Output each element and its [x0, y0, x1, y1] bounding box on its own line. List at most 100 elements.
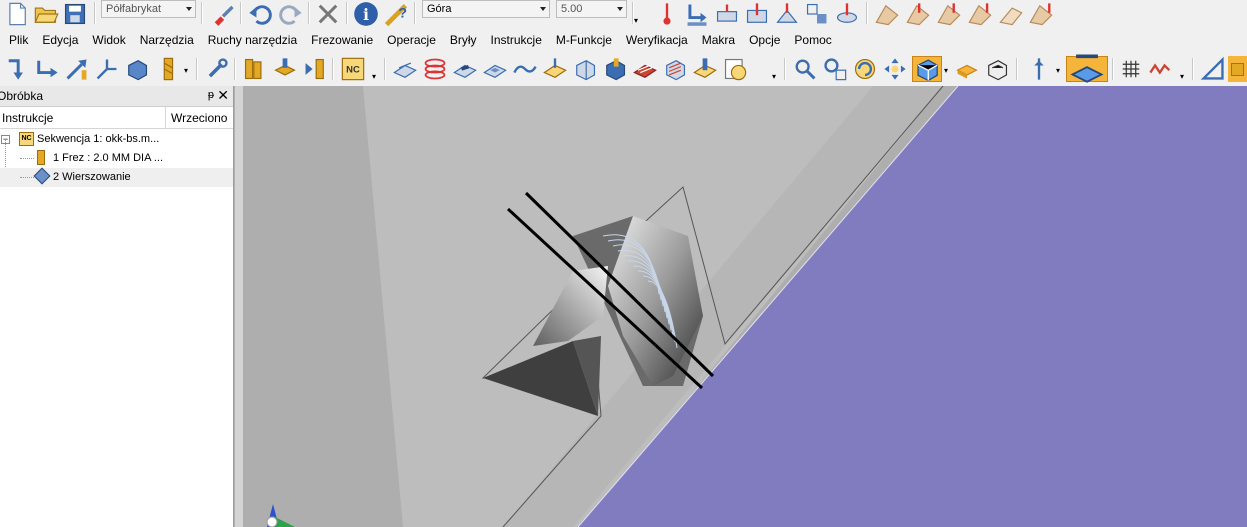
- drill-icon[interactable]: [834, 1, 860, 27]
- help-icon[interactable]: ?: [383, 1, 409, 27]
- delete-icon[interactable]: [315, 1, 341, 27]
- tree-label: Sekwencja 1: okk-bs.m...: [37, 133, 160, 145]
- pan-view-icon[interactable]: [882, 56, 908, 82]
- op-slot-icon[interactable]: [452, 56, 478, 82]
- value-select[interactable]: 5.00: [556, 0, 627, 18]
- tool-view-dropdown-icon[interactable]: ▾: [1056, 66, 1060, 75]
- menu-ruchy-narzedzia[interactable]: Ruchy narzędzia: [208, 33, 302, 47]
- link-move-icon[interactable]: [714, 1, 740, 27]
- save-icon[interactable]: [62, 1, 88, 27]
- new-file-icon[interactable]: [4, 1, 30, 27]
- tree-label: 2 Wierszowanie: [53, 171, 131, 183]
- panel-title: Obróbka: [0, 89, 44, 103]
- op-face-icon[interactable]: [392, 56, 418, 82]
- move-down-icon[interactable]: [684, 1, 710, 27]
- tool-icon[interactable]: [156, 56, 182, 82]
- op-helix-icon[interactable]: [422, 56, 448, 82]
- view-select-value: Góra: [427, 3, 452, 15]
- plunge-icon[interactable]: [774, 1, 800, 27]
- view-select[interactable]: Góra: [422, 0, 550, 18]
- op-engrave-icon[interactable]: [632, 56, 658, 82]
- op-5axis-icon[interactable]: [602, 56, 628, 82]
- op-wire-icon[interactable]: [662, 56, 688, 82]
- grid-icon[interactable]: [1118, 56, 1144, 82]
- info-icon[interactable]: i: [353, 1, 379, 27]
- fixture-view-icon[interactable]: [984, 56, 1010, 82]
- panel-title-bar: Obróbka ᵽ ✕: [0, 86, 233, 107]
- transform-icon[interactable]: [804, 1, 830, 27]
- column-instrukcje[interactable]: Instrukcje: [0, 107, 166, 128]
- open-folder-icon[interactable]: [33, 1, 59, 27]
- toolpath-right-icon[interactable]: [34, 56, 60, 82]
- tool-icon: [37, 150, 45, 165]
- tree-connector-h: [20, 177, 34, 178]
- brush-icon[interactable]: [210, 1, 236, 27]
- tool-view-icon[interactable]: [1026, 56, 1052, 82]
- menu-bryly[interactable]: Bryły: [450, 33, 482, 47]
- simulation-icon[interactable]: [1228, 56, 1247, 82]
- stock-view-icon[interactable]: [954, 56, 980, 82]
- menu-instrukcje[interactable]: Instrukcje: [491, 33, 547, 47]
- close-icon[interactable]: ✕: [217, 87, 229, 104]
- panel-splitter[interactable]: [234, 86, 243, 527]
- machining-panel: Obróbka ᵽ ✕ Instrukcje Wrzeciono − NC Se…: [0, 86, 234, 527]
- menu-weryfikacja[interactable]: Weryfikacja: [626, 33, 693, 47]
- toolpath-xyz-icon[interactable]: [94, 56, 120, 82]
- toolbar-overflow2-icon[interactable]: ▾: [372, 72, 376, 81]
- surface-op1-icon[interactable]: [874, 1, 900, 27]
- stock-select[interactable]: Półfabrykat: [101, 0, 196, 18]
- toolpath-down-icon[interactable]: [4, 56, 30, 82]
- measure-icon[interactable]: [1200, 56, 1226, 82]
- menu-frezowanie[interactable]: Frezowanie: [311, 33, 378, 47]
- menu-plik[interactable]: Plik: [9, 33, 33, 47]
- menu-makra[interactable]: Makra: [702, 33, 740, 47]
- block-icon[interactable]: [124, 56, 150, 82]
- surface-op6-icon[interactable]: [1028, 1, 1054, 27]
- tree-row-operation[interactable]: 2 Wierszowanie: [0, 167, 233, 187]
- toolpath-diag-icon[interactable]: [64, 56, 90, 82]
- probe-icon[interactable]: [654, 1, 680, 27]
- undo-icon[interactable]: [247, 1, 273, 27]
- surface-op3-icon[interactable]: [936, 1, 962, 27]
- op-curve-icon[interactable]: [512, 56, 538, 82]
- graph-icon[interactable]: [1148, 56, 1174, 82]
- tree-label: 1 Frez : 2.0 MM DIA ...: [53, 152, 164, 164]
- zoom-fit-icon[interactable]: [792, 56, 818, 82]
- redo-icon[interactable]: [278, 1, 304, 27]
- view-mode-dropdown-icon[interactable]: ▾: [944, 66, 948, 75]
- rotate-view-icon[interactable]: [852, 56, 878, 82]
- op-timer-icon[interactable]: [722, 56, 748, 82]
- toolbar-overflow4-icon[interactable]: ▾: [1180, 72, 1184, 81]
- depth-icon[interactable]: [744, 1, 770, 27]
- menu-m-funkcje[interactable]: M-Funkcje: [556, 33, 617, 47]
- fixture-icon[interactable]: [272, 56, 298, 82]
- menu-opcje[interactable]: Opcje: [749, 33, 785, 47]
- toolbar-overflow3-icon[interactable]: ▾: [772, 72, 776, 81]
- shaded-view-icon[interactable]: [912, 56, 942, 82]
- zoom-window-icon[interactable]: [822, 56, 848, 82]
- menu-narzedzia[interactable]: Narzędzia: [140, 33, 199, 47]
- menu-widok[interactable]: Widok: [92, 33, 130, 47]
- menu-edycja[interactable]: Edycja: [42, 33, 83, 47]
- toolbar-overflow-icon[interactable]: ▾: [634, 16, 640, 25]
- tool-dropdown-icon[interactable]: ▾: [184, 66, 188, 75]
- nc-program-icon[interactable]: NC: [340, 56, 366, 82]
- tree-row-sequence[interactable]: − NC Sekwencja 1: okk-bs.m...: [0, 130, 233, 149]
- op-drill-cycle-icon[interactable]: [692, 56, 718, 82]
- op-pocket-icon[interactable]: [482, 56, 508, 82]
- next-tool-icon[interactable]: [302, 56, 328, 82]
- tree-row-tool[interactable]: 1 Frez : 2.0 MM DIA ...: [0, 139, 233, 177]
- tool-change-icon[interactable]: [204, 56, 230, 82]
- surface-op5-icon[interactable]: [998, 1, 1024, 27]
- surface-op2-icon[interactable]: [905, 1, 931, 27]
- op-contour-icon[interactable]: [542, 56, 568, 82]
- menu-operacje[interactable]: Operacje: [387, 33, 441, 47]
- pin-icon[interactable]: ᵽ: [208, 89, 214, 101]
- op-3d-icon[interactable]: [572, 56, 598, 82]
- column-wrzeciono[interactable]: Wrzeciono: [166, 107, 233, 128]
- menu-pomoc[interactable]: Pomoc: [794, 33, 836, 47]
- multi-tool-icon[interactable]: [242, 56, 268, 82]
- 3d-viewport[interactable]: [243, 86, 1247, 527]
- workplane-icon[interactable]: [1066, 54, 1108, 83]
- surface-op4-icon[interactable]: [967, 1, 993, 27]
